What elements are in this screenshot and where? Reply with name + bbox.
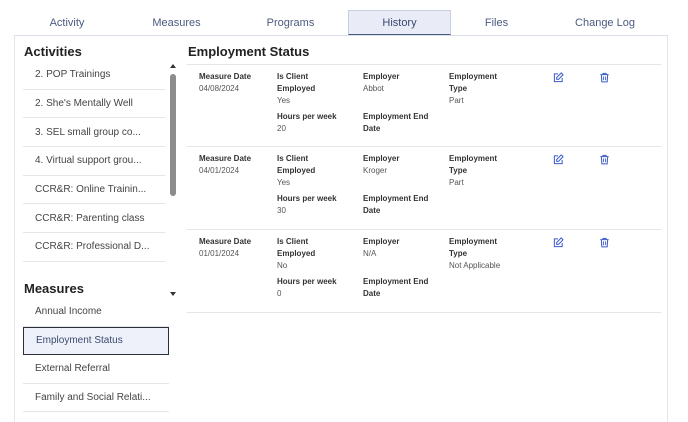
trash-icon[interactable] <box>599 72 610 83</box>
label-employment-type: Employment Type <box>449 237 498 258</box>
value-employer: Abbot <box>363 84 384 93</box>
tab-files[interactable]: Files <box>451 10 542 35</box>
measure-item-employment-status[interactable]: Employment Status <box>23 326 169 355</box>
label-is-client-employed: Is Client Employed <box>277 72 316 93</box>
scroll-up-arrow-icon[interactable] <box>170 64 176 68</box>
measure-item-family-social[interactable]: Family and Social Relati... <box>23 384 169 412</box>
label-employment-end-date: Employment End Date <box>363 112 429 133</box>
activity-item[interactable]: CCR&R: Professional D... <box>23 233 165 262</box>
label-measure-date: Measure Date <box>199 237 252 246</box>
label-is-client-employed: Is Client Employed <box>277 237 316 258</box>
label-employment-end-date: Employment End Date <box>363 194 429 215</box>
measure-record: Measure Date 04/01/2024 Is Client Employ… <box>187 147 661 230</box>
value-employer: Kroger <box>363 166 388 175</box>
activity-item[interactable]: 2. POP Trainings <box>23 61 165 90</box>
value-measure-date: 04/01/2024 <box>199 166 240 175</box>
scroll-thumb[interactable] <box>170 74 176 196</box>
value-measure-date: 01/01/2024 <box>199 249 240 258</box>
activity-item[interactable]: CCR&R: Parenting class <box>23 204 165 234</box>
label-is-client-employed: Is Client Employed <box>277 154 316 175</box>
activity-item[interactable]: 3. SEL small group co... <box>23 118 165 148</box>
label-measure-date: Measure Date <box>199 154 252 163</box>
value-hours-per-week: 30 <box>277 206 286 215</box>
value-is-client-employed: Yes <box>277 178 291 187</box>
label-employment-type: Employment Type <box>449 72 498 93</box>
value-employment-type: Part <box>449 96 464 105</box>
edit-icon[interactable] <box>553 154 564 165</box>
activities-scrollbar[interactable] <box>169 64 179 296</box>
activities-heading: Activities <box>24 44 82 59</box>
label-employer: Employer <box>363 72 400 81</box>
tab-measures[interactable]: Measures <box>120 10 233 35</box>
records-list: Measure Date 04/08/2024 Is Client Employ… <box>187 64 661 313</box>
tab-bar: Activity Measures Programs History Files… <box>14 10 668 36</box>
label-hours-per-week: Hours per week <box>277 277 337 286</box>
edit-icon[interactable] <box>553 72 564 83</box>
tab-change-log[interactable]: Change Log <box>542 10 668 35</box>
measure-record: Measure Date 04/08/2024 Is Client Employ… <box>187 64 661 147</box>
tab-activity[interactable]: Activity <box>14 10 120 35</box>
activities-list[interactable]: 2. POP Trainings 2. She's Mentally Well … <box>23 61 165 297</box>
label-employer: Employer <box>363 154 400 163</box>
value-employment-type: Not Applicable <box>449 261 501 270</box>
label-hours-per-week: Hours per week <box>277 112 337 121</box>
value-employment-type: Part <box>449 178 464 187</box>
activity-item[interactable]: 4. Virtual support grou... <box>23 147 165 176</box>
trash-icon[interactable] <box>599 237 610 248</box>
page-title: Employment Status <box>188 44 310 59</box>
value-hours-per-week: 0 <box>277 289 282 298</box>
value-is-client-employed: No <box>277 261 288 270</box>
measure-item-external-referral[interactable]: External Referral <box>23 355 169 384</box>
value-is-client-employed: Yes <box>277 96 291 105</box>
value-measure-date: 04/08/2024 <box>199 84 240 93</box>
tab-programs[interactable]: Programs <box>233 10 348 35</box>
measures-list: Annual Income Employment Status External… <box>23 298 169 412</box>
value-hours-per-week: 20 <box>277 124 286 133</box>
edit-icon[interactable] <box>553 237 564 248</box>
measures-heading: Measures <box>24 281 84 296</box>
label-employer: Employer <box>363 237 400 246</box>
tab-history[interactable]: History <box>348 10 451 35</box>
label-hours-per-week: Hours per week <box>277 194 337 203</box>
label-employment-type: Employment Type <box>449 154 498 175</box>
activity-item[interactable]: CCR&R: Online Trainin... <box>23 176 165 205</box>
activity-item[interactable]: 2. She's Mentally Well <box>23 90 165 119</box>
measure-item-annual-income[interactable]: Annual Income <box>23 298 169 327</box>
value-employer: N/A <box>363 249 377 258</box>
measure-record: Measure Date 01/01/2024 Is Client Employ… <box>187 230 661 313</box>
content-panel: Activities 2. POP Trainings 2. She's Men… <box>14 36 668 422</box>
label-measure-date: Measure Date <box>199 72 252 81</box>
scroll-down-arrow-icon[interactable] <box>170 292 176 296</box>
label-employment-end-date: Employment End Date <box>363 277 429 298</box>
trash-icon[interactable] <box>599 154 610 165</box>
